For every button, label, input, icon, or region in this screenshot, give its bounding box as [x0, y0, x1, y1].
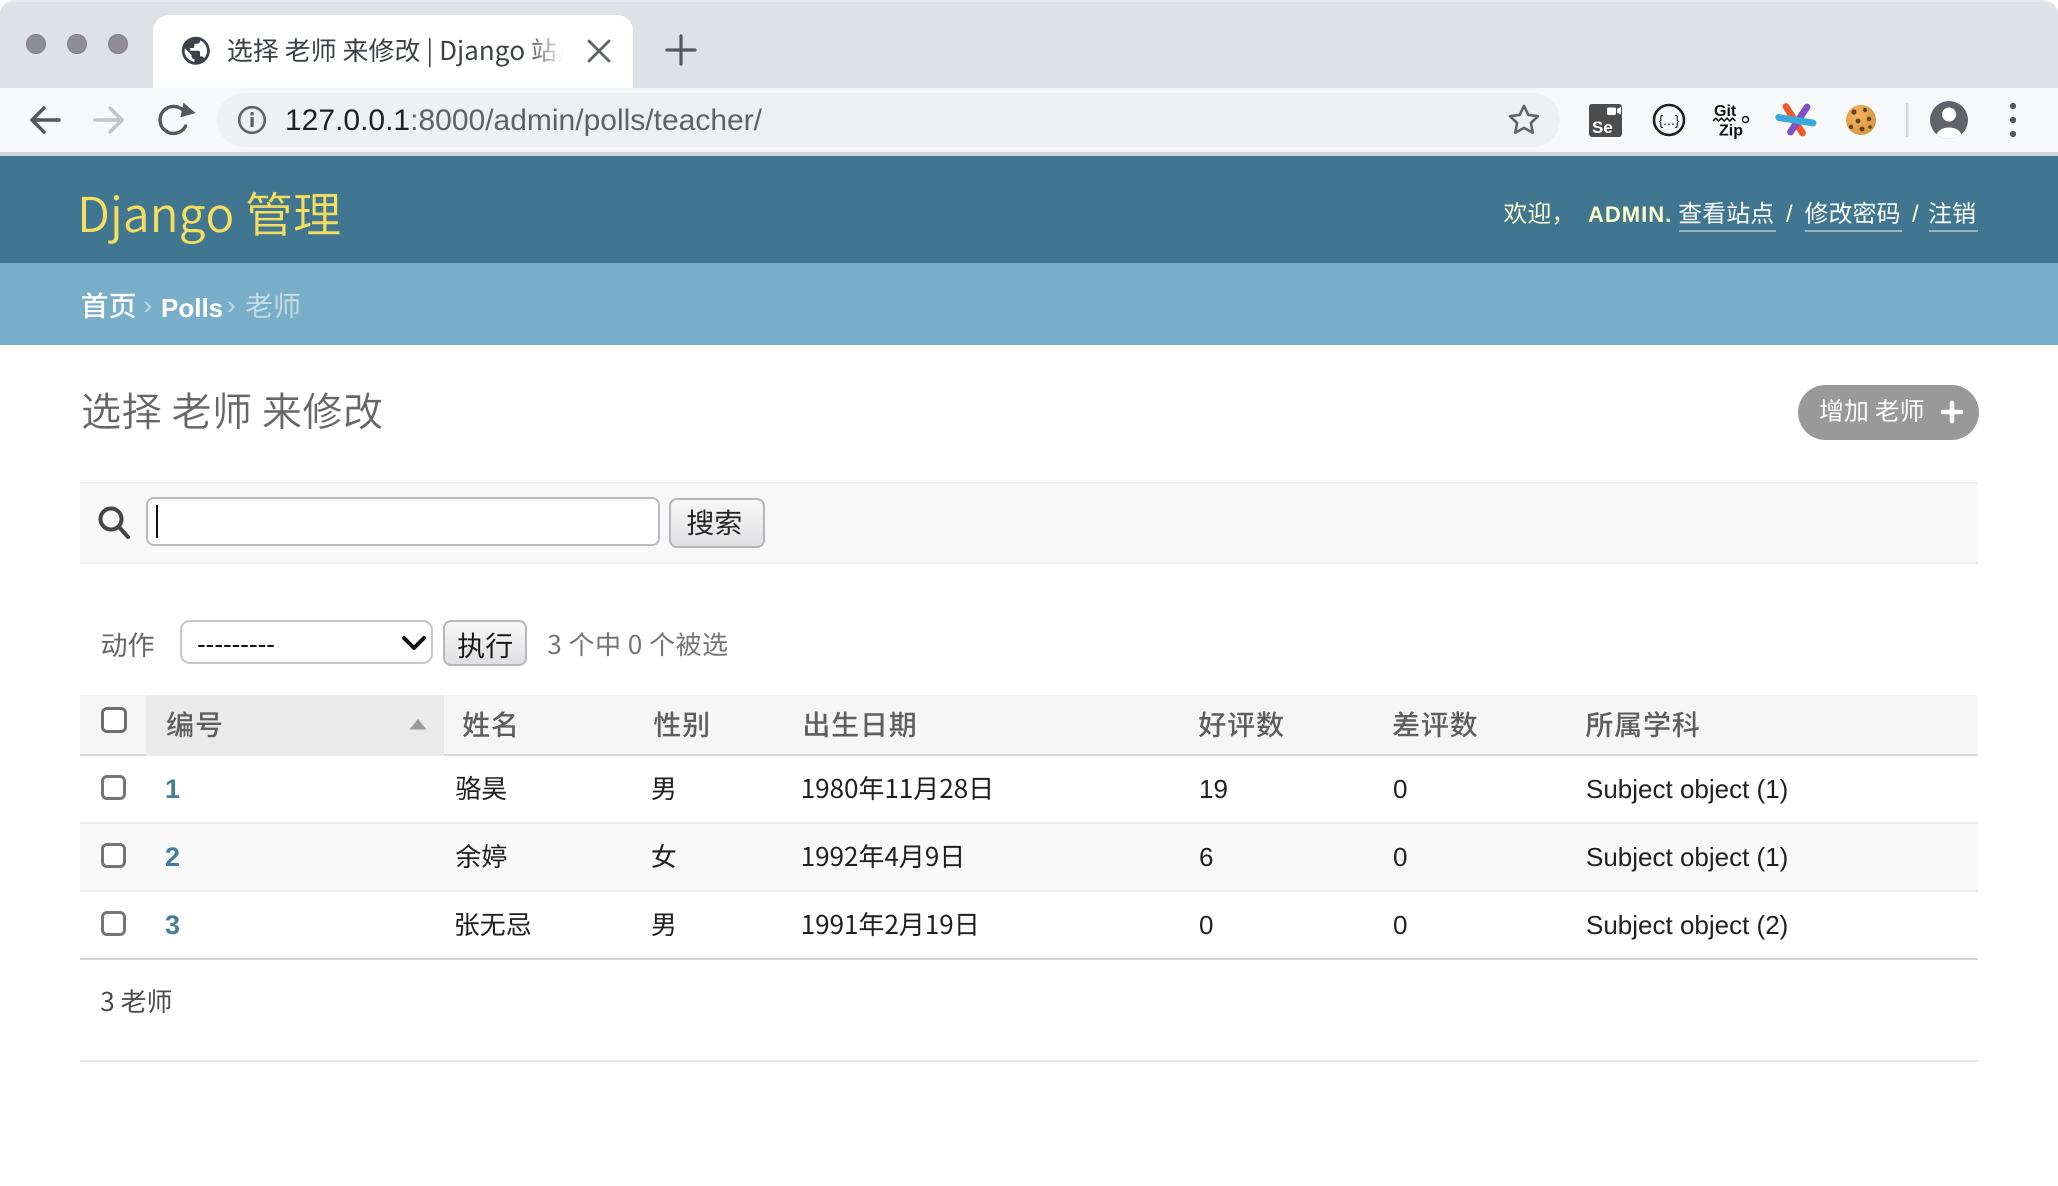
svg-text:Polls: Polls	[161, 293, 223, 323]
svg-text:3: 3	[165, 910, 180, 940]
svg-text:0: 0	[1199, 910, 1213, 940]
svg-text:Subject object (1): Subject object (1)	[1586, 842, 1788, 872]
svg-text:19: 19	[1199, 774, 1228, 804]
svg-text:---------: ---------	[197, 629, 275, 659]
svg-text:›: ›	[144, 290, 153, 320]
svg-text:{...}: {...}	[1658, 112, 1679, 128]
svg-text:Subject object (2): Subject object (2)	[1586, 910, 1788, 940]
svg-text:0: 0	[1393, 842, 1407, 872]
svg-text:1: 1	[165, 774, 180, 804]
svg-text:›: ›	[227, 290, 236, 320]
svg-text:0: 0	[1393, 910, 1407, 940]
svg-text:Subject object (1): Subject object (1)	[1586, 774, 1788, 804]
svg-text:0: 0	[1393, 774, 1407, 804]
svg-text:Zip: Zip	[1719, 123, 1743, 140]
svg-text:Se: Se	[1592, 118, 1613, 137]
svg-text:6: 6	[1199, 842, 1213, 872]
svg-text:127.0.0.1:8000/admin/polls/tea: 127.0.0.1:8000/admin/polls/teacher/	[285, 104, 763, 137]
svg-text:ADMIN.: ADMIN.	[1588, 202, 1671, 227]
svg-text:2: 2	[165, 842, 180, 872]
svg-text:Git: Git	[1714, 103, 1737, 120]
svg-text:/: /	[1912, 201, 1919, 228]
svg-text:/: /	[1786, 201, 1793, 228]
